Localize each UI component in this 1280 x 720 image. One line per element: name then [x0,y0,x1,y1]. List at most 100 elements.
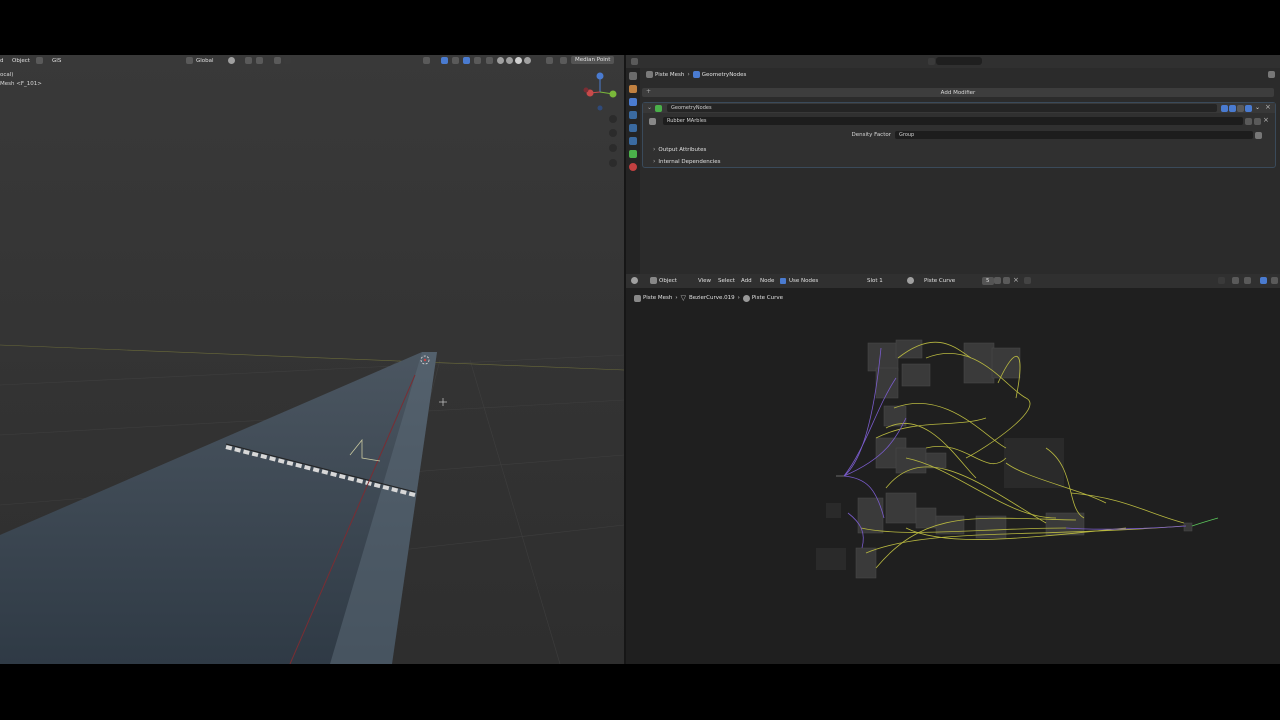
internal-dependencies-label: Internal Dependencies [658,158,721,165]
xray-icon[interactable] [486,57,493,64]
view-menu[interactable]: View [698,278,711,284]
object-shader-icon [650,277,657,284]
object-tab-icon[interactable] [629,85,637,93]
fake-user-icon[interactable] [994,277,1001,284]
wrench-icon [692,71,700,78]
constraints-tab-icon[interactable] [629,137,637,145]
overlay-dropdown-icon[interactable] [474,57,481,64]
snap-icon[interactable] [245,57,252,64]
data-tab-icon[interactable] [629,150,637,158]
mesh-object-icon [646,71,653,78]
select-menu[interactable]: Select [718,278,735,284]
properties-tabs [626,68,640,274]
user-count-badge[interactable]: 5 [982,277,994,285]
modifier-tab-icon[interactable] [629,98,637,106]
attribute-toggle-icon[interactable] [1255,132,1262,139]
select-box-icon[interactable] [36,57,43,64]
properties-search-input[interactable] [936,57,982,65]
search-icon[interactable] [928,58,935,65]
collapse-chevron-icon[interactable]: ⌄ [647,104,652,111]
node-group-field[interactable]: Rubber MArbles [663,117,1243,125]
breadcrumb-modifier: GeometryNodes [701,71,747,78]
pivot-icon[interactable] [228,57,235,64]
rendered-shading-icon[interactable] [524,57,531,64]
pin-icon[interactable] [1268,71,1275,78]
particles-tab-icon[interactable] [629,111,637,119]
material-shading-icon[interactable] [515,57,522,64]
shader-type-dropdown[interactable]: Object [659,278,677,284]
modifier-menu-icon[interactable]: ⌄ [1255,104,1260,111]
geometry-nodes-icon [655,104,662,112]
falloff-icon[interactable] [284,57,291,64]
overlay-toggle-icon[interactable] [463,57,470,64]
gizmo-dropdown-icon[interactable] [452,57,459,64]
mode-menu[interactable]: Object [12,58,30,64]
physics-tab-icon[interactable] [629,124,637,132]
zoom-icon[interactable] [609,115,617,123]
edit-mode-toggle-icon[interactable] [1221,104,1228,112]
viewport-scene [0,55,624,664]
solid-shading-icon[interactable] [506,57,513,64]
add-modifier-label: Add Modifier [940,89,976,96]
node-group-text: Rubber MArbles [667,118,707,124]
add-modifier-button[interactable]: + Add Modifier [642,88,1274,97]
material-tab-icon[interactable] [629,163,637,171]
pivot-point-dropdown[interactable]: Median Point [571,56,615,64]
cage-toggle-icon[interactable] [1229,104,1236,112]
editor-type-icon[interactable] [631,58,638,65]
unlink-material-icon[interactable]: × [1013,276,1019,284]
expand-chevron-icon: › [653,146,656,153]
use-nodes-checkbox[interactable] [780,277,786,284]
visibility-icon[interactable] [423,57,430,64]
snap-target-icon[interactable] [256,57,263,64]
wireframe-shading-icon[interactable] [497,57,504,64]
output-attributes-panel[interactable]: › Output Attributes [653,146,706,153]
top-letterbox [0,0,1280,55]
pan-icon[interactable] [609,129,617,137]
camera-icon[interactable] [609,144,617,152]
perspective-grid-icon[interactable] [609,159,617,167]
render-toggle-icon[interactable] [1245,104,1252,112]
snap-icon[interactable] [1218,277,1225,284]
options-icon[interactable] [546,57,553,64]
properties-header [626,55,1280,68]
node-editor-canvas[interactable]: Piste Mesh › ▽ BezierCurve.019 › Piste C… [626,288,1280,664]
pin-icon[interactable] [1024,277,1031,284]
editor-type-icon[interactable] [631,277,638,284]
tool-tab-icon[interactable] [629,72,637,80]
navigation-gizmo[interactable] [580,72,620,112]
overlay-dropdown-icon[interactable] [1244,277,1251,284]
material-sphere-icon[interactable] [907,277,914,284]
expand-chevron-icon: › [653,158,656,165]
internal-dependencies-panel[interactable]: › Internal Dependencies [653,158,721,165]
pivot-point-icon[interactable] [560,57,567,64]
material-name-field[interactable]: Piste Curve [924,278,955,284]
remove-modifier-icon[interactable]: × [1265,103,1271,111]
slot-dropdown[interactable]: Slot 1 [867,278,883,284]
backdrop-dropdown-icon[interactable] [1271,277,1278,284]
gis-menu[interactable]: GIS [52,58,61,64]
node-editor-header: Object View Select Add Node Use Nodes Sl… [626,274,1280,288]
density-factor-label: Density Factor [851,132,892,138]
use-nodes-label: Use Nodes [789,278,819,284]
backdrop-icon[interactable] [1260,277,1267,284]
density-factor-field[interactable]: Group [895,131,1253,139]
bottom-letterbox [0,664,1280,720]
unlink-icon[interactable]: × [1263,116,1269,124]
geometry-nodes-modifier-panel: ⌄ GeometryNodes ⌄ × Rubber MArbles × Den… [642,102,1276,168]
viewport-toggle-icon[interactable] [1237,104,1244,112]
output-attributes-label: Output Attributes [658,146,707,153]
orientation-dropdown[interactable]: Global [196,58,214,64]
overlay-icon[interactable] [1232,277,1239,284]
3d-viewport[interactable]: d Object GIS Global Median Point ocal) M… [0,55,624,664]
duplicate-icon[interactable] [1254,118,1261,125]
node-tree-icon [649,118,656,125]
node-menu[interactable]: Node [760,278,774,284]
add-menu[interactable]: Add [741,278,752,284]
fake-user-icon[interactable] [1245,118,1252,125]
gizmo-toggle-icon[interactable] [441,57,448,64]
proportional-edit-icon[interactable] [274,57,281,64]
modifier-name-text: GeometryNodes [671,105,712,111]
duplicate-material-icon[interactable] [1003,277,1010,284]
modifier-name-field[interactable]: GeometryNodes [667,104,1217,112]
